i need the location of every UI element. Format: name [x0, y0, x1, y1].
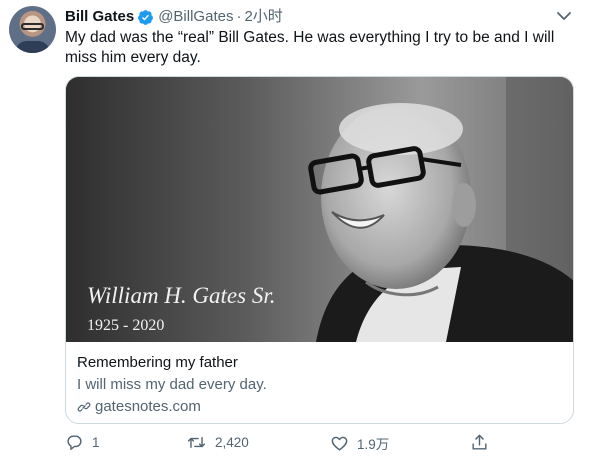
retweet-count: 2,420	[215, 435, 249, 450]
chevron-down-icon[interactable]	[556, 10, 572, 22]
card-image[interactable]: William H. Gates Sr. 1925 - 2020	[66, 77, 573, 342]
like-button[interactable]: 1.9万	[330, 433, 389, 453]
reply-icon	[67, 435, 82, 450]
avatar-glasses	[21, 23, 44, 30]
card-body: Remembering my father I will miss my dad…	[66, 342, 573, 417]
link-card[interactable]: William H. Gates Sr. 1925 - 2020 Remembe…	[65, 76, 574, 424]
tweet[interactable]: Bill Gates @BillGates · 2小时 My dad was t…	[0, 0, 592, 459]
link-icon	[77, 402, 91, 412]
separator-dot: ·	[236, 8, 242, 25]
card-description: I will miss my dad every day.	[77, 376, 267, 393]
card-title: Remembering my father	[77, 354, 238, 371]
author-name[interactable]: Bill Gates	[65, 8, 134, 26]
tweet-text: My dad was the “real” Bill Gates. He was…	[65, 29, 555, 66]
avatar[interactable]	[9, 6, 56, 53]
retweet-icon	[187, 437, 206, 448]
reply-button[interactable]: 1	[65, 433, 100, 452]
retweet-button[interactable]: 2,420	[186, 433, 249, 452]
like-count: 1.9万	[357, 437, 390, 452]
card-image-caption-years: 1925 - 2020	[87, 317, 165, 334]
card-domain[interactable]: gatesnotes.com	[77, 397, 573, 417]
share-icon	[472, 434, 487, 450]
share-button[interactable]	[470, 433, 497, 452]
like-icon	[331, 436, 348, 451]
verified-badge-icon	[138, 9, 154, 25]
tweet-header: Bill Gates @BillGates · 2小时	[65, 8, 283, 26]
card-domain-text: gatesnotes.com	[95, 398, 201, 415]
avatar-shirt	[15, 41, 50, 53]
tweet-actions: 1 2,420 1.9万	[65, 433, 575, 455]
tweet-timestamp[interactable]: 2小时	[244, 8, 282, 26]
card-image-caption-name: William H. Gates Sr.	[87, 283, 276, 308]
author-handle[interactable]: @BillGates	[158, 8, 233, 26]
reply-count: 1	[92, 435, 100, 450]
